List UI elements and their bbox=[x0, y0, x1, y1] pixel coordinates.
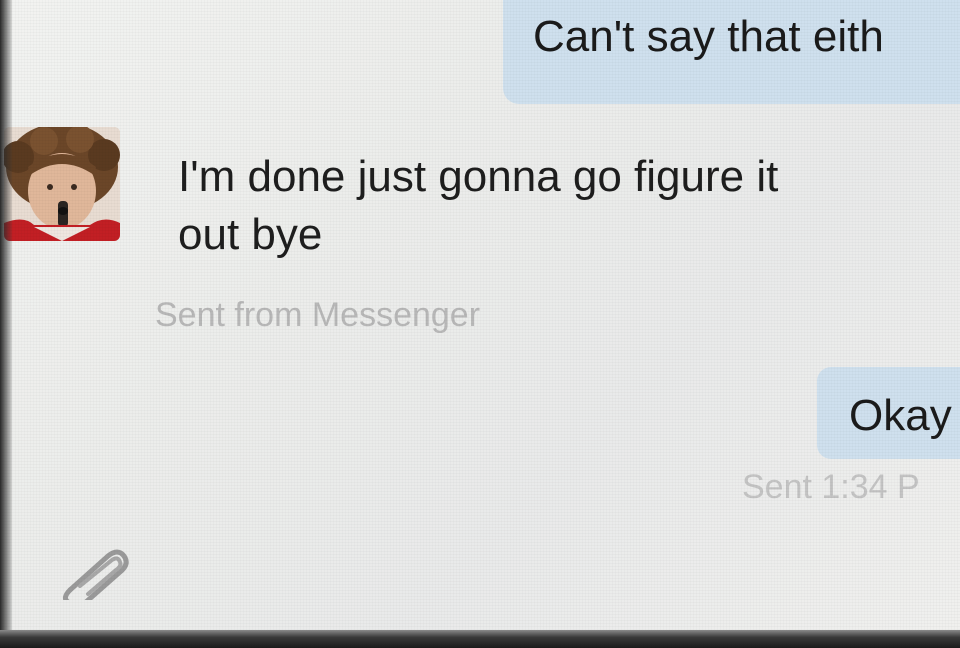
message-timestamp: Sent 1:34 P bbox=[742, 468, 920, 506]
message-text: Okay bbox=[849, 391, 952, 440]
paperclip-icon bbox=[62, 549, 129, 605]
outgoing-message-bubble[interactable]: Okay bbox=[817, 367, 960, 459]
screen-bezel-bottom bbox=[0, 630, 960, 648]
message-text-line: out bye bbox=[178, 210, 323, 259]
chat-window: Can't say that eith I'm done just gonna … bbox=[0, 0, 960, 636]
message-text-line: I'm done just gonna go figure it bbox=[178, 152, 779, 201]
attach-button[interactable] bbox=[56, 540, 132, 605]
message-meta: Sent from Messenger bbox=[155, 296, 481, 334]
message-text: Can't say that eith bbox=[533, 12, 884, 61]
screen-bezel-left bbox=[0, 0, 12, 636]
avatar-photo-icon bbox=[4, 127, 120, 241]
outgoing-message-bubble[interactable]: Can't say that eith bbox=[503, 0, 960, 104]
incoming-message[interactable]: I'm done just gonna go figure it out bye bbox=[178, 148, 878, 264]
avatar[interactable] bbox=[4, 127, 120, 241]
